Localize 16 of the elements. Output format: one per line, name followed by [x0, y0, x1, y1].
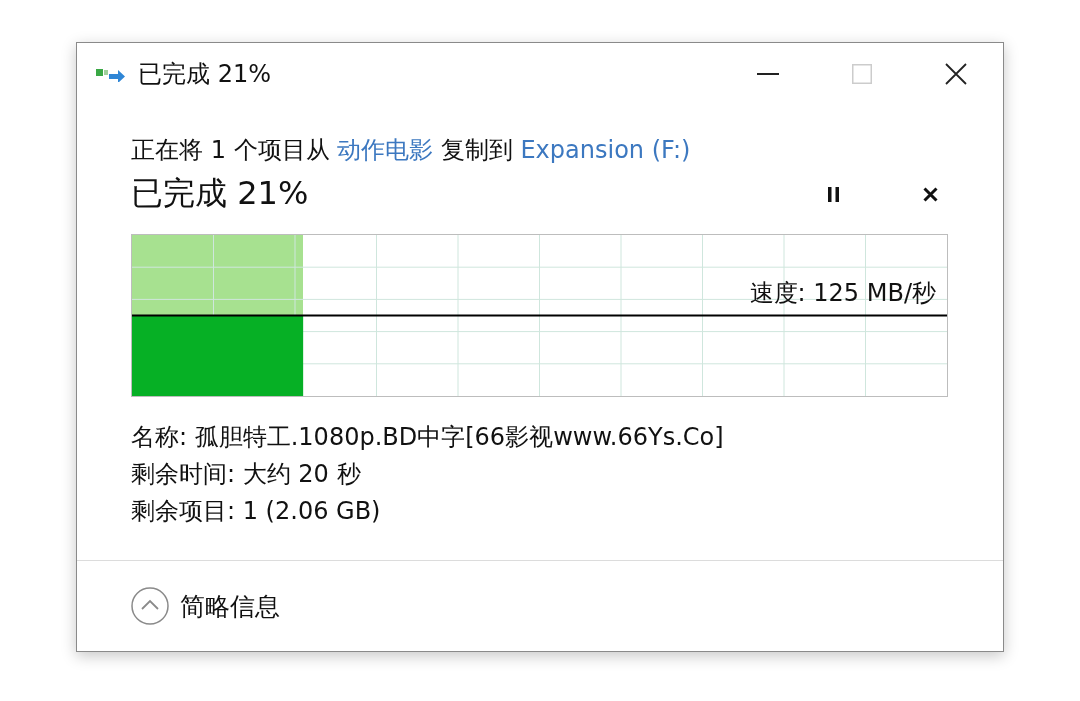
detail-text: 剩余项目: 1 (2.06 GB)	[131, 496, 382, 527]
progress-heading: 已完成 21%	[131, 173, 309, 214]
detail-text: 名称: 孤胆特工.1080p.BD中字[66影视www.66Ys.Co]	[131, 422, 725, 453]
copy-description: 正在将 1 个项目从 动作电影 复制到 Expansion (F:)	[131, 135, 692, 166]
window-title: 已完成 21%	[138, 59, 271, 90]
close-icon	[945, 63, 967, 85]
details-toggle-button[interactable]: 简略信息	[131, 587, 280, 625]
pause-icon	[827, 186, 839, 202]
speed-label: 速度: 125 MB/秒	[749, 279, 936, 307]
file-arrow-icon	[96, 66, 126, 82]
close-icon	[922, 186, 938, 202]
location-link[interactable]: 动作电影	[337, 136, 434, 164]
minimize-icon	[757, 73, 779, 75]
location-link[interactable]: Expansion (F:)	[520, 136, 691, 164]
maximize-icon	[852, 64, 872, 84]
detail-text: 剩余时间: 大约 20 秒	[131, 459, 362, 490]
